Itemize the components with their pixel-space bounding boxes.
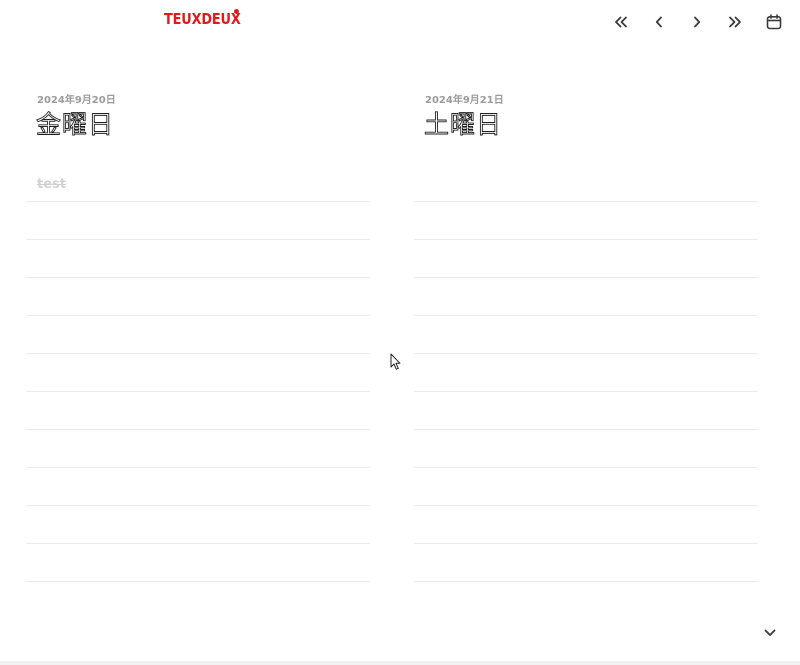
chevron-left-icon <box>655 16 662 28</box>
empty-todo-line[interactable] <box>414 278 758 316</box>
calendar-button[interactable] <box>754 10 782 34</box>
todo-item[interactable]: test <box>26 164 370 202</box>
empty-todo-line[interactable] <box>414 506 758 544</box>
empty-todo-line[interactable] <box>414 164 758 202</box>
date-navigation <box>602 10 782 34</box>
day-column: 2024年9月20日 金曜日 test <box>26 94 370 582</box>
empty-todo-line[interactable] <box>26 316 370 354</box>
double-chevron-right-icon <box>729 16 741 28</box>
someday-panel-edge[interactable] <box>0 661 800 665</box>
empty-todo-line[interactable] <box>26 544 370 582</box>
todo-list <box>414 164 758 582</box>
mouse-pointer-icon <box>390 353 401 370</box>
double-chevron-left-icon <box>615 16 627 28</box>
chevron-down-icon <box>764 629 776 636</box>
prev-week-button[interactable] <box>602 10 640 34</box>
next-week-button[interactable] <box>716 10 754 34</box>
empty-todo-line[interactable] <box>414 240 758 278</box>
empty-todo-line[interactable] <box>26 468 370 506</box>
empty-todo-line[interactable] <box>26 392 370 430</box>
empty-todo-line[interactable] <box>414 468 758 506</box>
empty-todo-line[interactable] <box>414 544 758 582</box>
todo-text[interactable]: test <box>37 177 66 192</box>
day-weekday: 土曜日 <box>424 110 503 140</box>
empty-todo-line[interactable] <box>26 240 370 278</box>
empty-todo-line[interactable] <box>26 430 370 468</box>
next-day-button[interactable] <box>678 10 716 34</box>
prev-day-button[interactable] <box>640 10 678 34</box>
logo-dot <box>234 9 239 14</box>
empty-todo-line[interactable] <box>414 392 758 430</box>
empty-todo-line[interactable] <box>414 430 758 468</box>
todo-list: test <box>26 164 370 582</box>
day-date: 2024年9月21日 <box>425 95 504 106</box>
empty-todo-line[interactable] <box>414 202 758 240</box>
empty-todo-line[interactable] <box>414 316 758 354</box>
empty-todo-line[interactable] <box>414 354 758 392</box>
empty-todo-line[interactable] <box>26 202 370 240</box>
day-column: 2024年9月21日 土曜日 <box>414 94 758 582</box>
day-weekday: 金曜日 <box>36 110 115 140</box>
expand-someday-button[interactable] <box>764 624 776 642</box>
app-logo[interactable]: TEUXDEUX <box>164 10 241 28</box>
calendar-icon <box>766 14 782 30</box>
empty-todo-line[interactable] <box>26 278 370 316</box>
empty-todo-line[interactable] <box>26 354 370 392</box>
app-page: TEUXDEUX 2024年9月20日 金曜日 test 2024年9月21日 … <box>0 0 800 665</box>
empty-todo-line[interactable] <box>26 506 370 544</box>
chevron-right-icon <box>694 16 701 28</box>
day-date: 2024年9月20日 <box>37 95 116 106</box>
